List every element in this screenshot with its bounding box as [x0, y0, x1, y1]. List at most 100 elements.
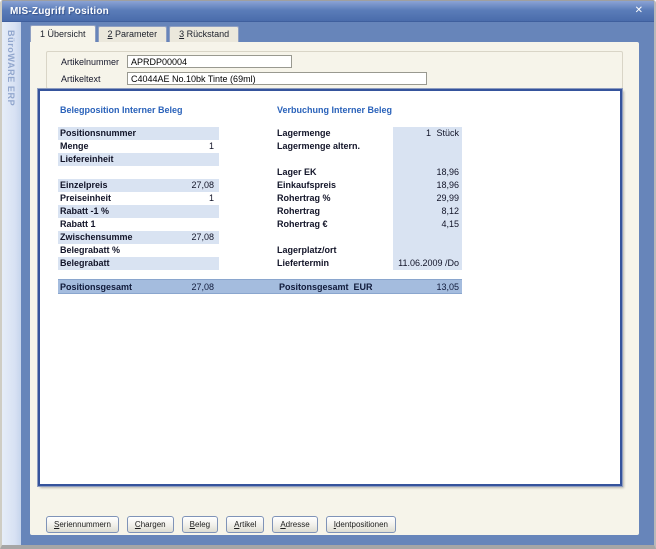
data-row-preiseinheit: Preiseinheit1 — [58, 192, 219, 205]
row-value — [214, 205, 219, 218]
field-row: Artikelnummer — [47, 54, 622, 69]
row-value — [214, 218, 219, 231]
row-label: Menge — [58, 140, 209, 153]
tab-ubersicht[interactable]: 1 Übersicht — [30, 25, 96, 42]
row-value: 27,08 — [191, 179, 219, 192]
row-value: 27,08 — [191, 231, 219, 244]
totals-band: Positionsgesamt 27,08 Positonsgesamt EUR… — [58, 279, 462, 294]
data-row-rohertrag: Rohertrag €4,15 — [277, 218, 462, 231]
identpositionen-button[interactable]: Identpositionen — [326, 516, 396, 533]
total-right: Positonsgesamt EUR 13,05 — [277, 282, 462, 292]
chargen-button[interactable]: Chargen — [127, 516, 174, 533]
row-label: Belegrabatt % — [58, 244, 214, 257]
field-label-artikeltext: Artikeltext — [47, 74, 127, 84]
row-label: Positionsnummer — [58, 127, 214, 140]
field-input-artikeltext[interactable] — [127, 72, 427, 85]
row-label: Liefereinheit — [58, 153, 214, 166]
close-icon[interactable]: ✕ — [632, 4, 646, 18]
row-label: Belegrabatt — [58, 257, 214, 270]
total-left-label: Positionsgesamt — [58, 282, 191, 292]
data-row-belegrabatt: Belegrabatt % — [58, 244, 219, 257]
row-value: 1 — [209, 140, 219, 153]
row-label: Rohertrag % — [277, 192, 393, 205]
tab-bar: 1 Übersicht2 Parameter3 Rückstand — [30, 25, 241, 42]
total-left-value: 27,08 — [191, 282, 219, 292]
row-value-cell: 1Stück — [393, 127, 462, 140]
row-label — [277, 153, 393, 166]
data-row-rohertrag: Rohertrag %29,99 — [277, 192, 462, 205]
data-row-lagerplatz-ort: Lagerplatz/ort — [277, 244, 462, 257]
header-fields: Artikelnummer Artikeltext — [46, 51, 623, 89]
brand-label: BüroWARE ERP — [6, 30, 16, 106]
data-row-positionsnummer: Positionsnummer — [58, 127, 219, 140]
total-right-value: 13,05 — [436, 282, 462, 292]
data-row-einzelpreis: Einzelpreis27,08 — [58, 179, 219, 192]
row-value — [393, 140, 459, 153]
row-label: Lager EK — [277, 166, 393, 179]
row-value: 18,96 — [393, 179, 459, 192]
row-value-cell: 18,96 — [393, 179, 462, 192]
data-row-menge: Menge1 — [58, 140, 219, 153]
left-section-title: Belegposition Interner Beleg — [60, 105, 183, 115]
window-title: MIS-Zugriff Position — [10, 6, 632, 17]
total-right-label: Positonsgesamt EUR — [277, 282, 436, 292]
row-value: 8,12 — [393, 205, 459, 218]
tab-ruckstand[interactable]: 3 Rückstand — [169, 26, 239, 42]
row-value: 4,15 — [393, 218, 459, 231]
row-value-cell — [393, 153, 462, 166]
field-label-artikelnummer: Artikelnummer — [47, 57, 127, 67]
data-row-liefereinheit: Liefereinheit — [58, 153, 219, 166]
row-value: 1 — [209, 192, 219, 205]
row-label: Liefertermin — [277, 257, 393, 270]
row-label: Preiseinheit — [58, 192, 209, 205]
row-value: 11.06.2009 /Do — [393, 257, 459, 270]
tab-parameter[interactable]: 2 Parameter — [98, 26, 168, 42]
row-value-cell: 29,99 — [393, 192, 462, 205]
row-label: Rabatt -1 % — [58, 205, 214, 218]
row-label: Rohertrag € — [277, 218, 393, 231]
left-rows: PositionsnummerMenge1LiefereinheitEinzel… — [58, 127, 219, 270]
row-label: Lagermenge — [277, 127, 393, 140]
action-button-row: Seriennummern Chargen Beleg Artikel Adresse I… — [46, 516, 396, 533]
row-value — [214, 127, 219, 140]
row-value-cell: 8,12 — [393, 205, 462, 218]
data-row-zwischensumme: Zwischensumme27,08 — [58, 231, 219, 244]
data-row-lager-ek: Lager EK18,96 — [277, 166, 462, 179]
right-section-title: Verbuchung Interner Beleg — [277, 105, 392, 115]
artikel-button[interactable]: Artikel — [226, 516, 264, 533]
row-label: Zwischensumme — [58, 231, 191, 244]
adresse-button[interactable]: Adresse — [272, 516, 317, 533]
position-detail-panel: Belegposition Interner Beleg Verbuchung … — [38, 89, 622, 486]
row-value — [214, 244, 219, 257]
row-unit: Stück — [431, 127, 459, 140]
row-label: Rohertrag — [277, 205, 393, 218]
beleg-button[interactable]: Beleg — [182, 516, 218, 533]
row-label: Rabatt 1 — [58, 218, 214, 231]
total-left: Positionsgesamt 27,08 — [58, 282, 219, 292]
row-value — [214, 153, 219, 166]
data-row-lagermenge-altern: Lagermenge altern. — [277, 140, 462, 153]
seriennummern-button[interactable]: Seriennummern — [46, 516, 119, 533]
row-label: Einzelpreis — [58, 179, 191, 192]
row-label: Lagermenge altern. — [277, 140, 393, 153]
row-label — [277, 231, 393, 244]
right-rows: Lagermenge1StückLagermenge altern.Lager … — [277, 127, 462, 270]
row-value-cell: 11.06.2009 /Do — [393, 257, 462, 270]
row-value-cell: 4,15 — [393, 218, 462, 231]
data-row-einkaufspreis: Einkaufspreis18,96 — [277, 179, 462, 192]
spacer-row — [58, 166, 219, 179]
data-row-lagermenge: Lagermenge1Stück — [277, 127, 462, 140]
title-bar[interactable]: MIS-Zugriff Position ✕ — [2, 1, 654, 22]
brand-sidebar: BüroWARE ERP — [2, 22, 21, 545]
row-value: 18,96 — [393, 166, 459, 179]
field-input-artikelnummer[interactable] — [127, 55, 292, 68]
tab-page-uebersicht: Artikelnummer Artikeltext Belegposition I… — [30, 42, 639, 535]
row-value-cell — [393, 140, 462, 153]
field-row: Artikeltext — [47, 71, 622, 86]
data-row-belegrabatt: Belegrabatt — [58, 257, 219, 270]
row-value: 1 — [393, 127, 431, 140]
spacer-row — [277, 231, 462, 244]
row-value-cell: 18,96 — [393, 166, 462, 179]
row-label: Lagerplatz/ort — [277, 244, 393, 257]
row-value-cell — [393, 231, 462, 244]
